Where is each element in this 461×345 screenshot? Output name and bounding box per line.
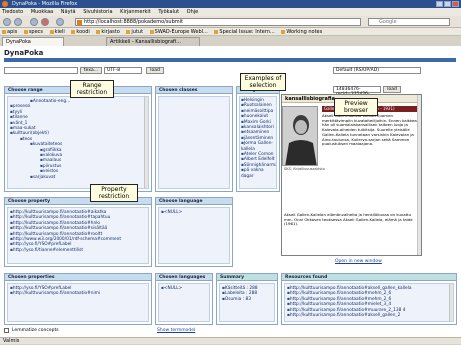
window-title: DynaPoka - Mozilla Firefox	[12, 1, 78, 7]
bookmark-item[interactable]: SWAD-Europe Webl...	[150, 29, 208, 35]
bookmark-item[interactable]: jutut	[126, 29, 143, 35]
status-bar: Valmis	[0, 337, 461, 344]
bookmark-item[interactable]: apis	[2, 29, 17, 35]
menu-item[interactable]: Kirjanmerkit	[120, 9, 151, 15]
menu-item[interactable]: Muokkaa	[31, 9, 53, 15]
panel-header: Summary	[217, 274, 277, 281]
choose-range-panel: Choose range Annotaatio-eng... prosessi …	[4, 86, 152, 192]
chosen-properties-panel: Chosen properties http://yso.fi/YSO#pref…	[4, 273, 152, 325]
choose-property-panel: Choose property http://kulttuurisampo.fi…	[4, 197, 152, 267]
panel-header: Resources found	[282, 274, 456, 281]
panel-header: Chosen languages	[156, 274, 212, 281]
term-search-button[interactable]: texa...	[80, 67, 102, 74]
panel-header: Choose language	[156, 198, 232, 205]
bookmark-item[interactable]: Working notes	[281, 29, 322, 35]
string-list[interactable]: Helsingin Ruotsalainen neimäsoittipa huo…	[239, 96, 277, 189]
resources-list[interactable]: http://kulttuurisampo.fi/annotaatio#akse…	[284, 283, 454, 322]
property-restriction-callout: Property restriction	[90, 184, 138, 202]
chosen-properties-list[interactable]: http://yso.fi/YSO#prefLabel http://kultt…	[7, 283, 149, 322]
list-item[interactable]: http://kulttuurisampo.fi/annotaatio#akse…	[287, 313, 451, 318]
tab-dynapoka[interactable]: DynaPoka	[2, 37, 64, 46]
lemmatize-checkbox[interactable]	[4, 328, 9, 333]
bookmark-item[interactable]: Special Issue: Intern...	[214, 29, 274, 35]
summary-panel: Summary Käsitteitä : 288 Labeleita : 288…	[216, 273, 278, 325]
url-text: http://localhost:8888/pokademo/submit	[84, 19, 183, 25]
scrollbar[interactable]	[449, 284, 453, 321]
window-titlebar: DynaPoka - Mozilla Firefox	[0, 0, 461, 8]
list-item[interactable]: http://kulttuurisampo.fi/annotaatio#nimi	[10, 291, 146, 296]
bookmark-item[interactable]: kieli	[50, 29, 65, 35]
page-title: DynaPoka	[4, 49, 44, 57]
tab-artikkeli[interactable]: Artikkeli - Kansallisbiografi...	[106, 37, 200, 46]
search-input[interactable]: Google	[368, 18, 450, 26]
navigation-toolbar: http://localhost:8888/pokademo/submit Go…	[0, 16, 461, 28]
list-item[interactable]: <NULL>	[161, 286, 207, 291]
show-termmodel-link[interactable]: Show termmodel	[157, 328, 195, 333]
forward-icon[interactable]	[14, 18, 22, 26]
preview-text-2: Akseli Gallen-Kallelan elämänvaiheita ja…	[284, 213, 413, 227]
examples-callout: Examples of selection	[240, 73, 286, 91]
range-tree[interactable]: Annotaatio-eng... prosessi tyyli tilanne…	[7, 96, 149, 189]
bookmark-item[interactable]: koodi	[71, 29, 89, 35]
minimize-button[interactable]	[436, 1, 443, 7]
favicon-icon	[77, 20, 82, 25]
language-list[interactable]: <NULL>	[158, 207, 230, 264]
tab-strip: DynaPoka Artikkeli - Kansallisbiografi..…	[0, 36, 461, 46]
string-panel: String Helsingin Ruotsalainen neimäsoitt…	[236, 86, 280, 192]
format-select[interactable]: Default (RS/UP/AD)	[333, 67, 421, 74]
bookmark-item[interactable]: kirjasto	[96, 29, 119, 35]
close-button[interactable]	[452, 1, 459, 7]
preview-browser[interactable]: kansallisbiografia SKS, Kirjallisuusarki…	[281, 94, 422, 256]
preview-text-1: Akseli Gallen-Kallela kuuluu Suomen merk…	[322, 114, 417, 147]
range-restriction-callout: Range restriction	[70, 80, 114, 98]
home-icon[interactable]	[56, 18, 64, 26]
scrollbar[interactable]	[144, 97, 148, 188]
chosen-languages-panel: Chosen languages <NULL>	[155, 273, 213, 325]
list-item[interactable]: sarjakuvat	[10, 175, 146, 180]
window-controls	[436, 1, 459, 7]
url-bar[interactable]: http://localhost:8888/pokademo/submit	[75, 18, 361, 26]
maximize-button[interactable]	[444, 1, 451, 7]
list-item: Osumia : 83	[222, 297, 272, 302]
summary-list: Käsitteitä : 288 Labeleita : 288 Osumia …	[219, 283, 275, 322]
choose-language-panel: Choose language <NULL>	[155, 197, 233, 267]
load-button[interactable]: load	[146, 67, 164, 74]
term-search-input[interactable]	[4, 67, 78, 74]
property-list[interactable]: http://kulttuurisampo.fi/annotaatio#aika…	[7, 207, 149, 264]
panel-header: Chosen properties	[5, 274, 151, 281]
list-item[interactable]: http://yso.fi/tianne#elementtilist	[10, 248, 146, 253]
open-new-window-link[interactable]: Open in new window	[335, 259, 382, 264]
menu-item[interactable]: Ohje	[187, 9, 199, 15]
preview-browser-callout: Preview browser	[334, 98, 378, 116]
chosen-classes-panel: Chosen classes	[155, 86, 233, 192]
title-rule	[4, 58, 456, 62]
list-item[interactable]: pä vakna dagar	[241, 168, 275, 179]
chosen-classes-list[interactable]	[158, 96, 230, 189]
preview-scrollbar[interactable]	[417, 95, 421, 255]
encoding-select[interactable]: UTF-8	[104, 67, 142, 74]
portrait-caption: SKS, Kirjallisuusarkisto	[284, 167, 325, 171]
menu-item[interactable]: Sivuhistoria	[83, 9, 112, 15]
menu-item[interactable]: Tiedosto	[2, 9, 23, 15]
bookmark-item[interactable]: specs	[24, 29, 43, 35]
menu-bar: Tiedosto Muokkaa Näytä Sivuhistoria Kirj…	[0, 8, 461, 16]
reload-icon[interactable]	[30, 18, 38, 26]
chosen-languages-list[interactable]: <NULL>	[158, 283, 210, 322]
lemmatize-label: Lemmatize concepts	[12, 328, 59, 333]
list-item[interactable]: Jorma Gallen-kallela	[241, 141, 275, 152]
preview-url-input[interactable]: 14836476-recid=335426-finde...	[333, 86, 381, 102]
back-icon[interactable]	[3, 18, 11, 26]
menu-item[interactable]: Työkalut	[158, 9, 179, 15]
stop-icon[interactable]	[41, 18, 49, 26]
preview-load-button[interactable]: load	[383, 86, 401, 93]
resources-found-panel: Resources found http://kulttuurisampo.fi…	[281, 273, 457, 325]
panel-header: Chosen classes	[156, 87, 232, 94]
menu-item[interactable]: Näytä	[61, 9, 76, 15]
firefox-icon	[2, 1, 8, 7]
list-item[interactable]: <NULL>	[161, 210, 227, 215]
bookmarks-toolbar: apis specs kieli koodi kirjasto jutut SW…	[0, 28, 461, 36]
portrait-image	[282, 106, 318, 166]
